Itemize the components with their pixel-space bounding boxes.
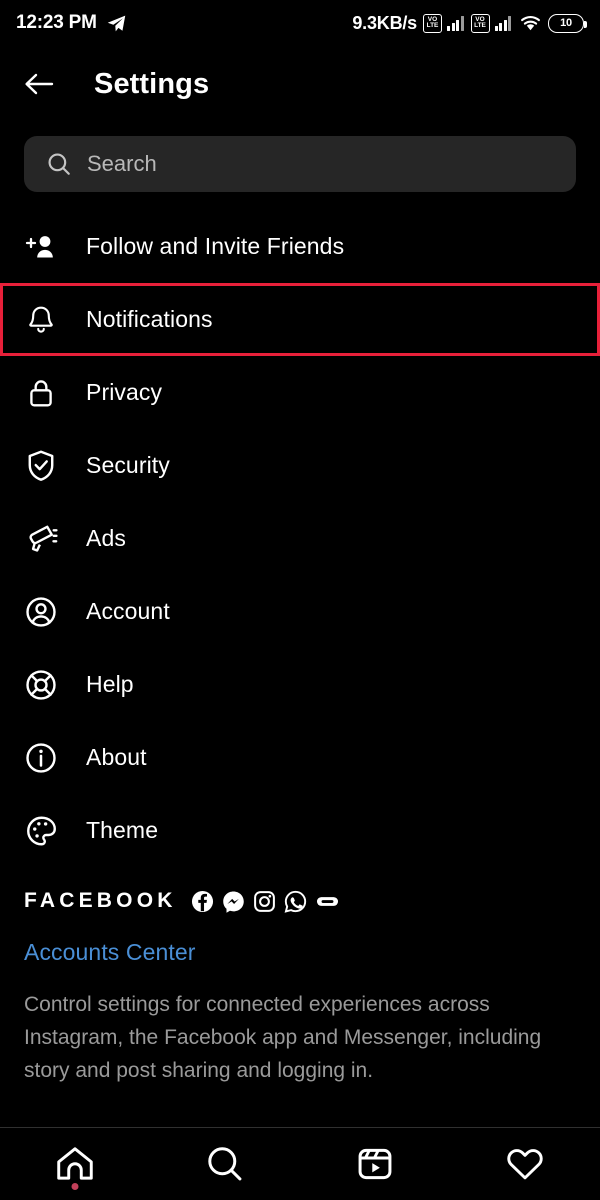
status-bar-right: 9.3KB/s VO LTE VO LTE 10 (352, 12, 587, 34)
palette-icon (22, 815, 60, 847)
megaphone-icon (22, 523, 60, 555)
page-title: Settings (94, 67, 210, 100)
heart-icon (505, 1145, 545, 1183)
search-container: Search (0, 122, 600, 192)
settings-screen: 12:23 PM 9.3KB/s VO LTE VO LTE 10 Settin… (0, 0, 600, 1200)
app-header: Settings (0, 46, 600, 122)
nav-item-activity[interactable] (450, 1128, 600, 1200)
reels-icon (356, 1145, 394, 1183)
nav-item-search[interactable] (150, 1128, 300, 1200)
facebook-section-title: FACEBOOK (24, 889, 177, 912)
telegram-send-icon (106, 13, 127, 34)
settings-item-help[interactable]: Help (0, 648, 600, 721)
settings-item-account[interactable]: Account (0, 575, 600, 648)
facebook-section-header: FACEBOOK (24, 889, 576, 913)
home-icon (55, 1145, 95, 1183)
bell-icon (22, 304, 60, 336)
signal-bars-sim1 (447, 15, 464, 31)
search-icon (46, 151, 72, 177)
facebook-icon (191, 890, 214, 913)
search-placeholder: Search (87, 151, 157, 176)
home-notification-dot (71, 1183, 79, 1190)
settings-item-about[interactable]: About (0, 721, 600, 794)
person-circle-icon (22, 596, 60, 628)
nav-item-home[interactable] (0, 1128, 150, 1200)
settings-item-label: Theme (86, 817, 159, 843)
wifi-icon (518, 13, 543, 33)
info-circle-icon (22, 742, 60, 774)
search-icon (206, 1145, 244, 1183)
accounts-center-link[interactable]: Accounts Center (24, 939, 576, 966)
signal-bars-sim2 (494, 15, 511, 31)
network-speed: 9.3KB/s (352, 12, 417, 33)
portal-icon (315, 890, 340, 913)
settings-item-label: About (86, 744, 147, 770)
settings-item-ads[interactable]: Ads (0, 502, 600, 575)
status-bar-left: 12:23 PM (16, 12, 127, 34)
settings-item-label: Privacy (86, 379, 163, 405)
lock-icon (22, 377, 60, 409)
settings-item-follow-and-invite-friends[interactable]: Follow and Invite Friends (0, 210, 600, 283)
settings-item-security[interactable]: Security (0, 429, 600, 502)
settings-item-label: Security (86, 452, 170, 478)
settings-item-privacy[interactable]: Privacy (0, 356, 600, 429)
settings-item-label: Follow and Invite Friends (86, 233, 345, 259)
settings-item-label: Notifications (86, 306, 213, 332)
volte-badge-sim1: VO LTE (423, 13, 442, 33)
settings-item-label: Ads (86, 525, 126, 551)
person-add-icon (22, 232, 60, 262)
settings-item-label: Account (86, 598, 170, 624)
settings-item-notifications[interactable]: Notifications (0, 283, 600, 356)
facebook-section-description: Control settings for connected experienc… (24, 993, 542, 1082)
settings-item-label: Help (86, 671, 134, 697)
whatsapp-icon (284, 890, 307, 913)
back-arrow-icon[interactable] (22, 67, 56, 101)
settings-list: Follow and Invite Friends Notifications … (0, 210, 600, 867)
shield-check-icon (22, 449, 60, 482)
search-input[interactable]: Search (24, 136, 576, 192)
volte-bottom-text: LTE (426, 22, 439, 29)
facebook-section: FACEBOOK Accounts Center Control setting… (0, 867, 600, 1087)
bottom-nav (0, 1128, 600, 1200)
battery-indicator: 10 (548, 13, 587, 33)
volte-bottom-text: LTE (474, 22, 486, 29)
settings-item-theme[interactable]: Theme (0, 794, 600, 867)
status-bar: 12:23 PM 9.3KB/s VO LTE VO LTE 10 (0, 0, 600, 46)
messenger-icon (222, 890, 245, 913)
volte-badge-sim2: VO LTE (470, 13, 490, 33)
nav-item-reels[interactable] (300, 1128, 450, 1200)
facebook-app-icons (191, 890, 340, 913)
instagram-icon (253, 890, 276, 913)
status-time: 12:23 PM (16, 12, 97, 33)
battery-level-text: 10 (560, 17, 572, 29)
lifebuoy-icon (22, 669, 60, 701)
